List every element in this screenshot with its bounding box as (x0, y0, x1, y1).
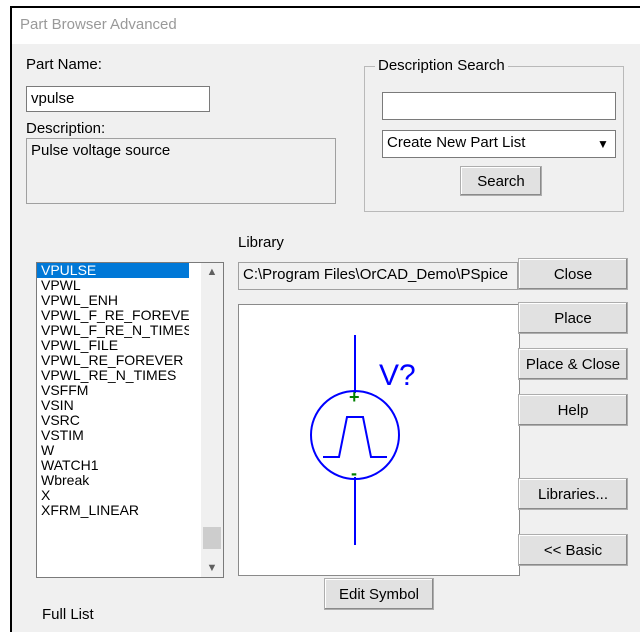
list-item[interactable]: X (37, 488, 189, 503)
list-item[interactable]: VPWL_F_RE_FOREVER (37, 308, 189, 323)
description-field: Pulse voltage source (26, 138, 336, 204)
search-button[interactable]: Search (460, 166, 542, 196)
description-search-input[interactable] (382, 92, 616, 120)
list-item[interactable]: VPWL_RE_FOREVER (37, 353, 189, 368)
list-item[interactable]: VPWL_F_RE_N_TIMES (37, 323, 189, 338)
libraries-button[interactable]: Libraries... (518, 478, 628, 510)
list-item[interactable]: Wbreak (37, 473, 189, 488)
list-item[interactable]: VPWL_ENH (37, 293, 189, 308)
parts-list-scrollbar[interactable]: ▲ ▼ (201, 263, 223, 577)
part-list-combo-value: Create New Part List (387, 134, 526, 151)
list-item[interactable]: VSRC (37, 413, 189, 428)
chevron-down-icon[interactable]: ▼ (592, 132, 614, 156)
list-item[interactable]: VSFFM (37, 383, 189, 398)
part-name-label: Part Name: (26, 56, 102, 73)
basic-button[interactable]: << Basic (518, 534, 628, 566)
list-item[interactable]: VPWL_FILE (37, 338, 189, 353)
list-item[interactable]: VSTIM (37, 428, 189, 443)
scroll-thumb[interactable] (203, 527, 221, 549)
part-name-input[interactable]: vpulse (26, 86, 210, 112)
list-item[interactable]: VPWL (37, 278, 189, 293)
list-item[interactable]: VSIN (37, 398, 189, 413)
list-item[interactable]: VPWL_RE_N_TIMES (37, 368, 189, 383)
description-label: Description: (26, 120, 106, 137)
list-item[interactable]: WATCH1 (37, 458, 189, 473)
close-button[interactable]: Close (518, 258, 628, 290)
help-button[interactable]: Help (518, 394, 628, 426)
refdes-label: V? (379, 359, 416, 392)
scroll-down-icon[interactable]: ▼ (201, 559, 223, 577)
list-item[interactable]: VPULSE (37, 263, 189, 278)
voltage-source-symbol: + - V? (310, 335, 416, 545)
scroll-up-icon[interactable]: ▲ (201, 263, 223, 281)
place-close-button[interactable]: Place & Close (518, 348, 628, 380)
full-list-label: Full List (42, 606, 94, 623)
minus-pin-label: - (351, 463, 357, 483)
title-bar: Part Browser Advanced (12, 8, 640, 44)
parts-list[interactable]: VPULSE VPWL VPWL_ENH VPWL_F_RE_FOREVER VPWL_… (36, 262, 224, 578)
place-button[interactable]: Place (518, 302, 628, 334)
parts-list-items: VPULSE VPWL VPWL_ENH VPWL_F_RE_FOREVER VPWL_… (37, 263, 223, 518)
window-title: Part Browser Advanced (20, 16, 177, 33)
edit-symbol-button[interactable]: Edit Symbol (324, 578, 434, 610)
list-item[interactable]: W (37, 443, 189, 458)
list-item[interactable]: XFRM_LINEAR (37, 503, 189, 518)
part-list-combo[interactable]: Create New Part List ▼ (382, 130, 616, 158)
pulse-waveform-icon (323, 416, 387, 458)
library-path-field: C:\Program Files\OrCAD_Demo\PSpice (238, 262, 518, 290)
part-browser-window: Part Browser Advanced Part Name: vpulse … (10, 6, 640, 632)
symbol-preview: + - V? (232, 298, 526, 582)
description-search-title: Description Search (375, 57, 508, 74)
plus-pin-label: + (349, 387, 360, 407)
library-label: Library (238, 234, 284, 251)
